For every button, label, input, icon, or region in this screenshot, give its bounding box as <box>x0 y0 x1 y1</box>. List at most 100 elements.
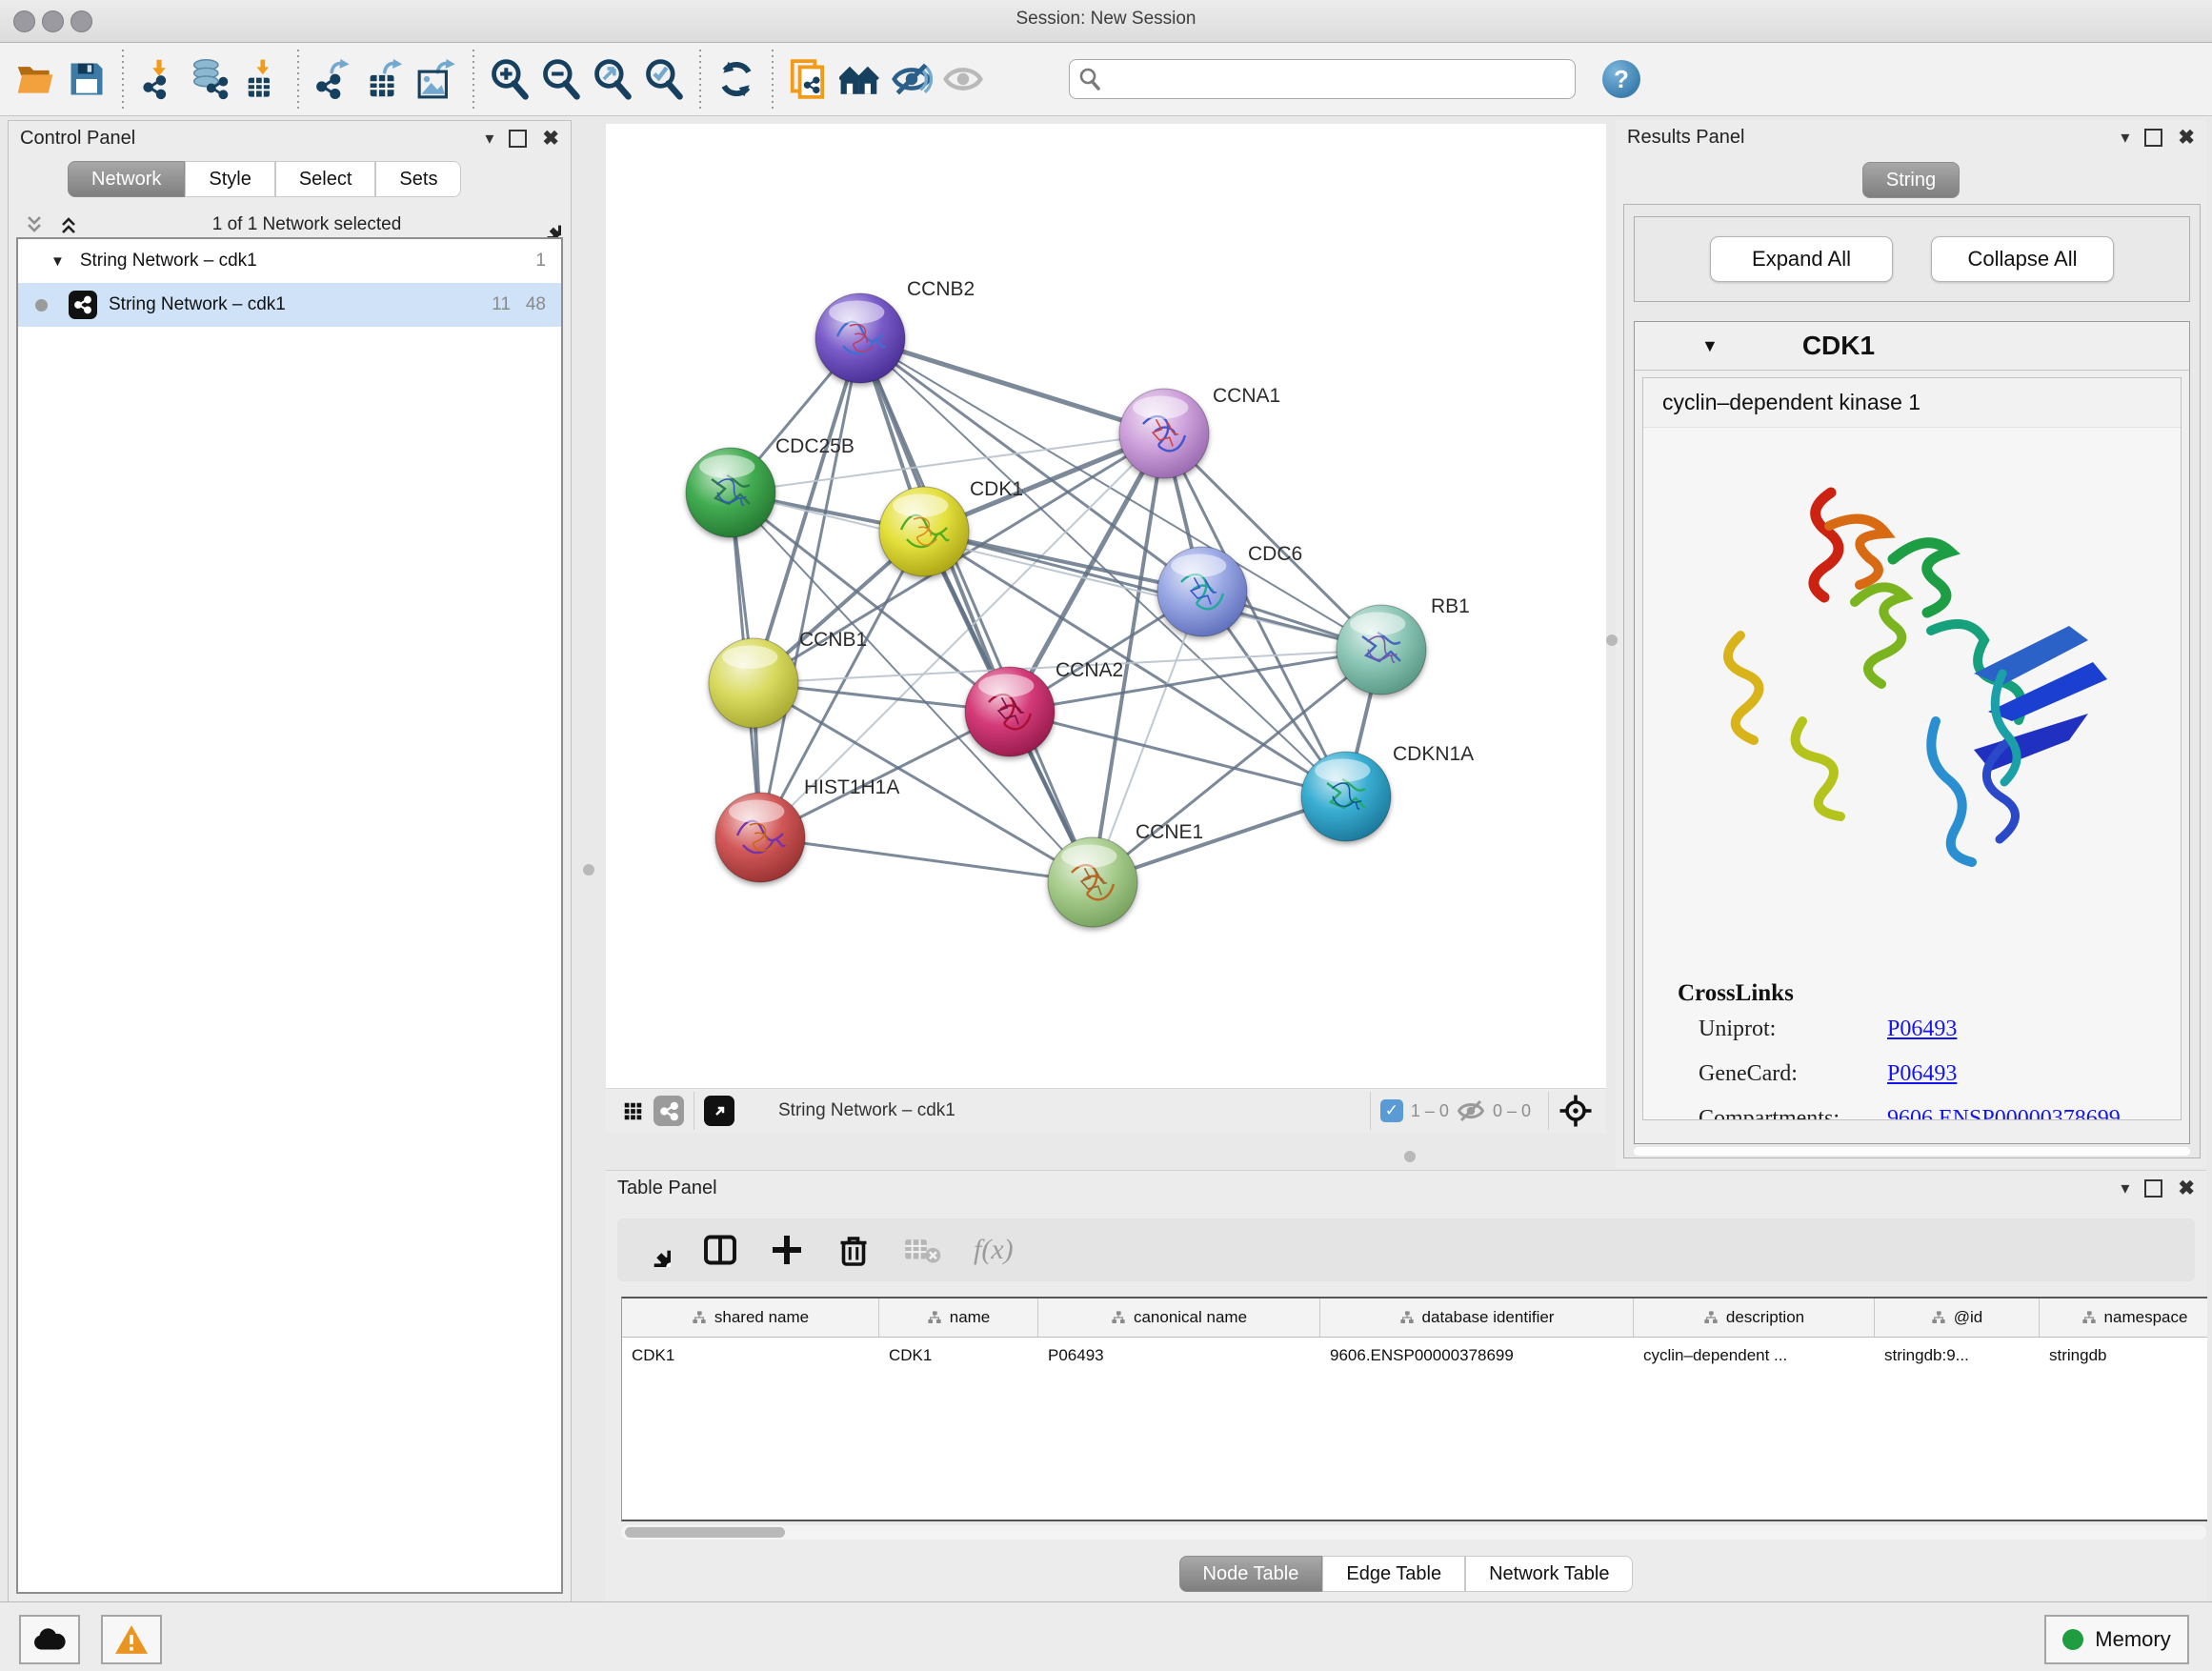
column-header-namespace[interactable]: namespace <box>2040 1299 2207 1337</box>
network-edge[interactable] <box>924 532 1381 650</box>
tab-sets[interactable]: Sets <box>375 161 461 197</box>
string-results-content: Expand All Collapse All ▼ CDK1 cyclin–de… <box>1623 204 2201 1158</box>
string-protein-query-button[interactable] <box>835 51 886 107</box>
network-node-CDK1[interactable]: CDK1 <box>879 478 1023 576</box>
export-table-button[interactable] <box>360 51 412 107</box>
network-node-CCNA1[interactable]: CCNA1 <box>1119 385 1280 478</box>
column-header-canonical-name[interactable]: canonical name <box>1038 1299 1320 1337</box>
close-panel-icon[interactable]: ✖ <box>2178 1177 2195 1200</box>
zoom-fit-button[interactable] <box>587 51 638 107</box>
collapse-all-icon[interactable] <box>22 213 47 236</box>
network-row-selected[interactable]: String Network – cdk1 11 48 <box>18 283 561 327</box>
table-row[interactable]: CDK1CDK1P064939606.ENSP00000378699cyclin… <box>622 1338 2207 1374</box>
table-cell[interactable]: stringdb:9... <box>1875 1346 2040 1365</box>
tab-style[interactable]: Style <box>185 161 274 197</box>
duplicate-network-button[interactable] <box>783 51 835 107</box>
memory-button[interactable]: Memory <box>2044 1615 2189 1664</box>
panel-menu-icon[interactable]: ▾ <box>2121 129 2129 146</box>
tab-network[interactable]: Network <box>68 161 185 197</box>
network-node-RB1[interactable]: RB1 <box>1337 595 1470 695</box>
zoom-out-button[interactable] <box>535 51 587 107</box>
cloud-status-button[interactable] <box>19 1615 80 1664</box>
table-cell[interactable]: cyclin–dependent ... <box>1634 1346 1875 1365</box>
splitter-handle[interactable] <box>1404 1151 1416 1162</box>
split-column-icon[interactable] <box>703 1233 737 1267</box>
delete-table-icon[interactable] <box>903 1233 941 1267</box>
tab-network-table[interactable]: Network Table <box>1465 1556 1633 1592</box>
panel-menu-icon[interactable]: ▾ <box>485 130 493 147</box>
network-graph[interactable]: CCNB2CCNA1CDC25BCDK1CDC6RB1CCNB1CCNA2CDK… <box>606 124 1606 1088</box>
import-network-file-button[interactable] <box>133 51 185 107</box>
help-button[interactable]: ? <box>1602 60 1640 98</box>
table-cell[interactable]: P06493 <box>1038 1346 1320 1365</box>
crosslink-link[interactable]: 9606.ENSP00000378699 <box>1887 1106 2121 1120</box>
splitter-handle[interactable] <box>583 864 594 876</box>
function-builder-icon[interactable]: f(x) <box>974 1234 1014 1266</box>
scrollbar-thumb[interactable] <box>625 1527 785 1538</box>
delete-column-trash-icon[interactable] <box>836 1233 871 1267</box>
import-network-database-button[interactable] <box>185 51 236 107</box>
network-thumbnail-button[interactable] <box>654 1096 684 1126</box>
table-cell[interactable]: 9606.ENSP00000378699 <box>1320 1346 1634 1365</box>
node-table[interactable]: shared namenamecanonical namedatabase id… <box>621 1297 2207 1521</box>
tab-node-table[interactable]: Node Table <box>1179 1556 1323 1592</box>
open-session-button[interactable] <box>10 51 61 107</box>
tab-select[interactable]: Select <box>275 161 376 197</box>
tree-expander-icon[interactable]: ▼ <box>50 253 65 270</box>
network-node-HIST1H1A[interactable]: HIST1H1A <box>715 776 899 882</box>
network-canvas[interactable]: CCNB2CCNA1CDC25BCDK1CDC6RB1CCNB1CCNA2CDK… <box>606 124 1606 1088</box>
results-scrollbar[interactable] <box>1634 1147 2190 1156</box>
network-edge[interactable] <box>860 338 1093 882</box>
table-settings-gear-icon[interactable] <box>636 1233 671 1267</box>
panel-menu-icon[interactable]: ▾ <box>2121 1179 2129 1197</box>
save-session-button[interactable] <box>61 51 112 107</box>
column-header-name[interactable]: name <box>879 1299 1038 1337</box>
tab-edge-table[interactable]: Edge Table <box>1322 1556 1465 1592</box>
table-cell[interactable]: stringdb <box>2040 1346 2207 1365</box>
column-header-database-identifier[interactable]: database identifier <box>1320 1299 1634 1337</box>
birdseye-view-button[interactable] <box>937 51 989 107</box>
column-header-shared-name[interactable]: shared name <box>622 1299 879 1337</box>
float-panel-icon[interactable] <box>2144 129 2162 147</box>
close-panel-icon[interactable]: ✖ <box>542 127 559 151</box>
network-node-CCNA2[interactable]: CCNA2 <box>965 659 1123 756</box>
splitter-handle[interactable] <box>1606 634 1618 646</box>
refresh-view-button[interactable] <box>711 51 762 107</box>
network-edge[interactable] <box>860 338 1164 433</box>
close-panel-icon[interactable]: ✖ <box>2178 126 2195 150</box>
table-panel: Table Panel ▾ ✖ f(x) <box>606 1170 2206 1601</box>
column-header--id[interactable]: @id <box>1875 1299 2040 1337</box>
expand-all-icon[interactable] <box>56 213 81 236</box>
view-grid-button[interactable] <box>617 1096 648 1126</box>
column-header-description[interactable]: description <box>1634 1299 1875 1337</box>
table-cell[interactable]: CDK1 <box>879 1346 1038 1365</box>
network-edge[interactable] <box>760 837 1093 882</box>
expand-all-button[interactable]: Expand All <box>1710 236 1893 282</box>
search-input[interactable] <box>1069 59 1576 99</box>
open-view-button[interactable] <box>704 1096 734 1126</box>
zoom-in-button[interactable] <box>484 51 535 107</box>
network-node-CDKN1A[interactable]: CDKN1A <box>1301 743 1474 841</box>
export-image-button[interactable] <box>412 51 463 107</box>
protein-section-header[interactable]: ▼ CDK1 <box>1635 322 2189 371</box>
collapse-all-button[interactable]: Collapse All <box>1931 236 2114 282</box>
selected-nodes-checkbox-icon[interactable]: ✓ <box>1380 1099 1403 1122</box>
network-options-gear-icon[interactable] <box>533 211 561 239</box>
float-panel-icon[interactable] <box>509 130 527 148</box>
float-panel-icon[interactable] <box>2144 1179 2162 1198</box>
crosslink-link[interactable]: P06493 <box>1887 1017 1957 1042</box>
warnings-button[interactable] <box>101 1615 162 1664</box>
section-expander-icon[interactable]: ▼ <box>1701 336 1719 356</box>
export-network-button[interactable] <box>309 51 360 107</box>
import-table-file-button[interactable] <box>236 51 288 107</box>
network-collection-row[interactable]: ▼ String Network – cdk1 1 <box>18 239 561 283</box>
network-edge[interactable] <box>760 338 860 837</box>
birdseye-crosshair-icon[interactable] <box>1558 1094 1593 1128</box>
crosslink-link[interactable]: P06493 <box>1887 1061 1957 1087</box>
table-horizontal-scrollbar[interactable] <box>621 1525 2206 1540</box>
add-column-icon[interactable] <box>770 1233 804 1267</box>
hide-graphics-details-button[interactable] <box>886 51 937 107</box>
table-cell[interactable]: CDK1 <box>622 1346 879 1365</box>
tab-string[interactable]: String <box>1862 162 1960 198</box>
zoom-selected-button[interactable] <box>638 51 690 107</box>
